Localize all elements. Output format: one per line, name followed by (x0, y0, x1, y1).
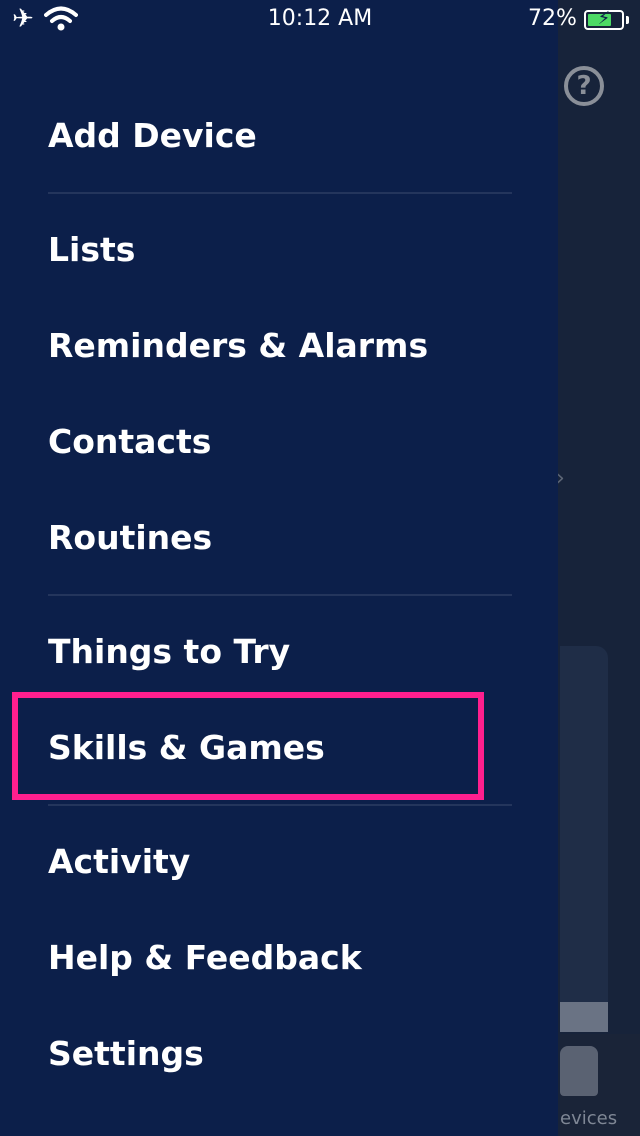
highlight-box (12, 692, 484, 800)
divider (48, 804, 512, 806)
screen: ? › evices Add Device Lists Reminders & … (0, 0, 640, 1136)
devices-icon (560, 1046, 598, 1096)
devices-tab-label: evices (560, 1108, 618, 1129)
navigation-drawer: Add Device Lists Reminders & Alarms Cont… (0, 0, 558, 1136)
menu-item-add-device[interactable]: Add Device (48, 116, 518, 155)
menu-item-lists[interactable]: Lists (48, 230, 518, 269)
divider (48, 594, 512, 596)
background-card-footer (560, 1002, 608, 1032)
status-bar: ✈ 10:12 AM 72% ⚡ (0, 0, 640, 40)
menu-item-reminders-alarms[interactable]: Reminders & Alarms (48, 326, 518, 365)
help-icon: ? (564, 66, 604, 106)
charging-bolt-icon: ⚡ (597, 8, 611, 29)
background-card (560, 646, 608, 1032)
menu-item-things-to-try[interactable]: Things to Try (48, 632, 518, 671)
menu-item-activity[interactable]: Activity (48, 842, 518, 881)
battery-percent: 72% (528, 6, 577, 31)
battery-charging-icon: ⚡ (584, 8, 624, 30)
menu-item-routines[interactable]: Routines (48, 518, 518, 557)
menu-item-help-feedback[interactable]: Help & Feedback (48, 938, 518, 977)
menu-item-settings[interactable]: Settings (48, 1034, 518, 1073)
menu-item-contacts[interactable]: Contacts (48, 422, 518, 461)
divider (48, 192, 512, 194)
battery-nub (626, 16, 629, 24)
